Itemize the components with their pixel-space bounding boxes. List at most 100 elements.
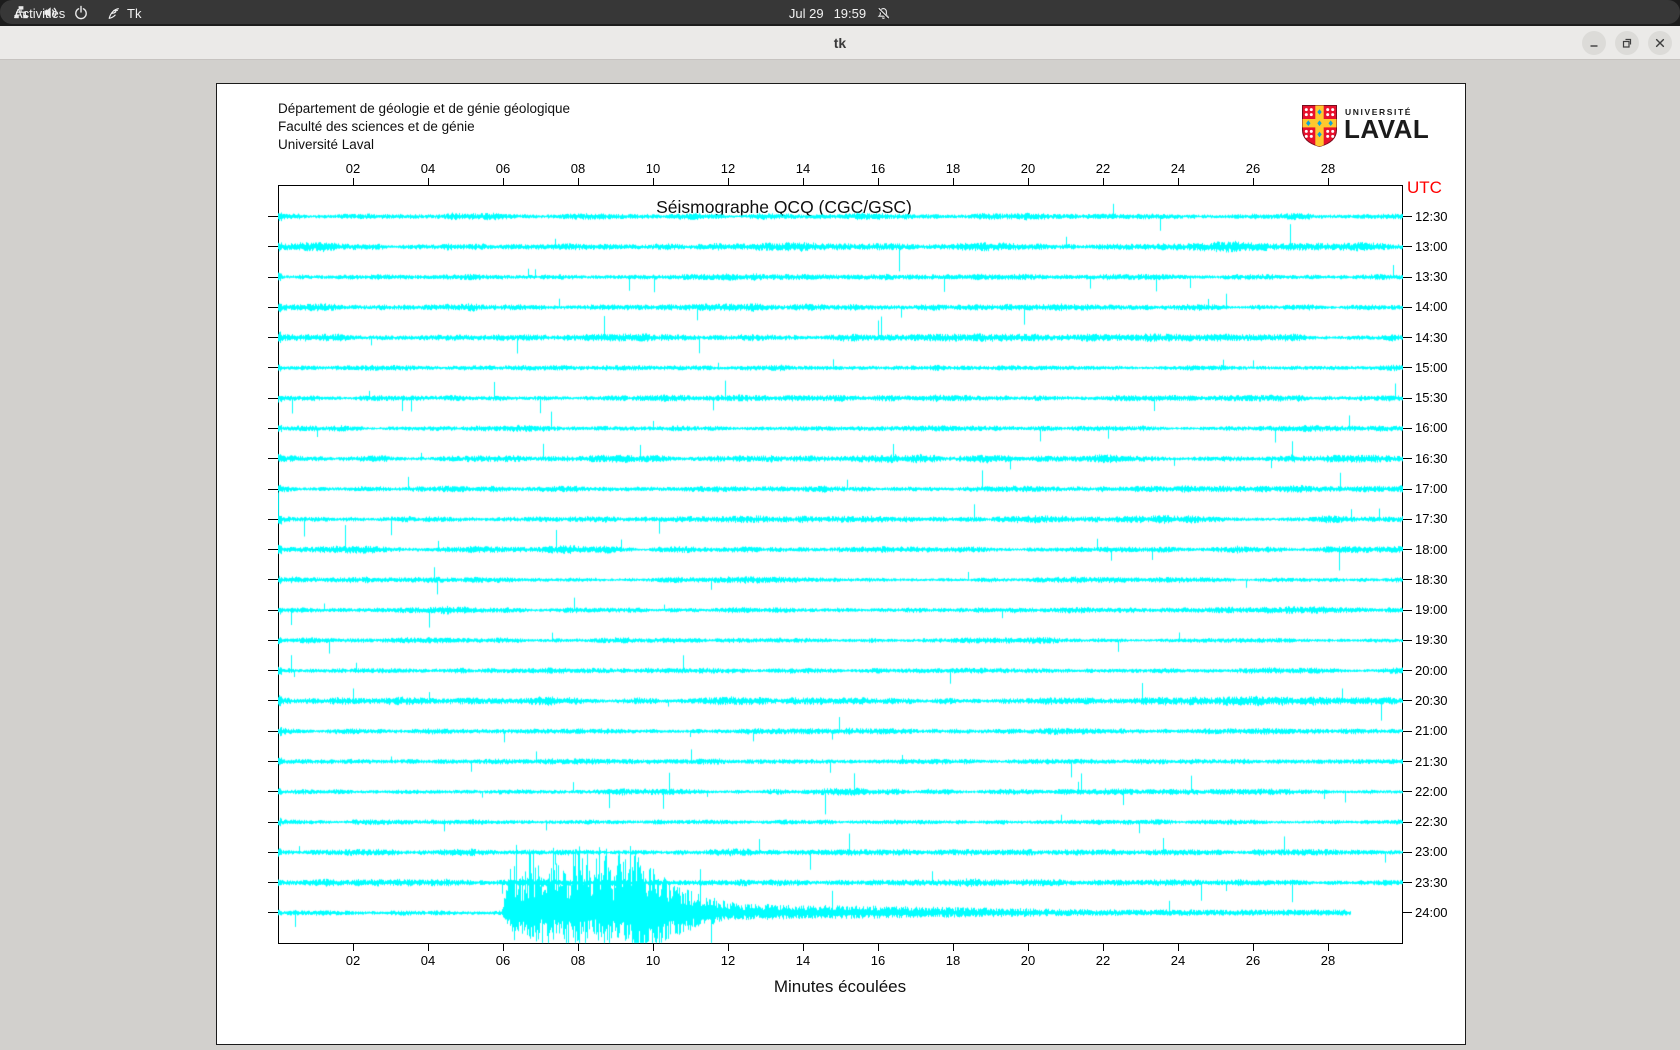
institution-line-1: Département de géologie et de génie géol… (278, 100, 570, 118)
x-tick-label-top: 06 (496, 161, 510, 176)
trace-tick-left (268, 700, 278, 701)
trace-tick-right (1403, 761, 1412, 762)
x-axis-tick-top (1178, 178, 1179, 185)
trace-time-label: 18:30 (1415, 572, 1448, 587)
x-tick-label-top: 10 (646, 161, 660, 176)
trace-time-label: 19:30 (1415, 632, 1448, 647)
x-axis-tick-bottom (578, 944, 579, 951)
trace-time-label: 21:00 (1415, 723, 1448, 738)
trace-tick-left (268, 246, 278, 247)
window-controls (1582, 31, 1672, 55)
x-tick-label-bottom: 18 (946, 953, 960, 968)
trace-time-label: 14:00 (1415, 299, 1448, 314)
trace-tick-left (268, 337, 278, 338)
trace-tick-left (268, 489, 278, 490)
x-axis-tick-bottom (953, 944, 954, 951)
universite-laval-logo: UNIVERSITÉ LAVAL (1301, 104, 1641, 154)
x-tick-label-bottom: 28 (1321, 953, 1335, 968)
x-axis-tick-bottom (1328, 944, 1329, 951)
trace-time-label: 23:00 (1415, 844, 1448, 859)
x-tick-label-top: 28 (1321, 161, 1335, 176)
trace-tick-right (1403, 458, 1412, 459)
x-axis-tick-bottom (428, 944, 429, 951)
restore-button[interactable] (1615, 31, 1639, 55)
trace-time-label: 17:00 (1415, 481, 1448, 496)
trace-time-label: 18:00 (1415, 542, 1448, 557)
tk-app-indicator-label: Tk (127, 6, 141, 21)
x-tick-label-bottom: 20 (1021, 953, 1035, 968)
trace-tick-left (268, 761, 278, 762)
x-tick-label-top: 26 (1246, 161, 1260, 176)
x-tick-label-top: 22 (1096, 161, 1110, 176)
trace-time-label: 22:00 (1415, 784, 1448, 799)
activities-button[interactable]: Activities (14, 0, 65, 26)
clock-date: Jul 29 (789, 6, 824, 21)
trace-tick-right (1403, 277, 1412, 278)
x-tick-label-bottom: 14 (796, 953, 810, 968)
trace-time-label: 15:00 (1415, 360, 1448, 375)
x-tick-label-top: 24 (1171, 161, 1185, 176)
x-tick-label-bottom: 10 (646, 953, 660, 968)
trace-tick-left (268, 549, 278, 550)
trace-tick-left (268, 670, 278, 671)
trace-tick-left (268, 579, 278, 580)
trace-tick-left (268, 277, 278, 278)
trace-time-label: 19:00 (1415, 602, 1448, 617)
power-icon (73, 5, 89, 20)
gnome-top-bar: Activities Tk Jul 29 19:59 (0, 0, 1680, 26)
trace-time-label: 16:00 (1415, 420, 1448, 435)
x-axis-tick-top (353, 178, 354, 185)
trace-tick-left (268, 398, 278, 399)
window-title-bar[interactable]: tk (0, 26, 1680, 60)
x-tick-label-bottom: 26 (1246, 953, 1260, 968)
x-axis-tick-top (953, 178, 954, 185)
trace-tick-left (268, 852, 278, 853)
trace-tick-right (1403, 307, 1412, 308)
trace-tick-right (1403, 640, 1412, 641)
x-tick-label-top: 14 (796, 161, 810, 176)
trace-tick-right (1403, 428, 1412, 429)
institution-line-2: Faculté des sciences et de génie (278, 118, 570, 136)
trace-tick-right (1403, 731, 1412, 732)
trace-time-label: 23:30 (1415, 875, 1448, 890)
trace-time-label: 16:30 (1415, 451, 1448, 466)
close-button[interactable] (1648, 31, 1672, 55)
laval-shield-icon (1301, 104, 1338, 149)
x-axis-label: Minutes écoulées (774, 977, 906, 997)
x-axis-tick-top (1328, 178, 1329, 185)
minimize-icon (1588, 37, 1600, 49)
trace-tick-left (268, 791, 278, 792)
bell-slash-icon (876, 6, 891, 21)
x-axis-tick-bottom (728, 944, 729, 951)
tk-app-indicator[interactable]: Tk (106, 0, 141, 26)
x-tick-label-bottom: 24 (1171, 953, 1185, 968)
institution-line-3: Université Laval (278, 136, 570, 154)
trace-time-label: 12:30 (1415, 209, 1448, 224)
trace-tick-left (268, 307, 278, 308)
trace-tick-right (1403, 700, 1412, 701)
x-tick-label-bottom: 06 (496, 953, 510, 968)
clock-time: 19:59 (834, 6, 867, 21)
trace-tick-right (1403, 519, 1412, 520)
x-tick-label-top: 08 (571, 161, 585, 176)
institution-header: Département de géologie et de génie géol… (278, 100, 570, 154)
x-axis-tick-top (728, 178, 729, 185)
trace-tick-right (1403, 398, 1412, 399)
trace-tick-left (268, 822, 278, 823)
x-tick-label-top: 04 (421, 161, 435, 176)
clock-menu[interactable]: Jul 29 19:59 (789, 0, 891, 26)
trace-tick-right (1403, 670, 1412, 671)
trace-tick-right (1403, 791, 1412, 792)
x-tick-label-bottom: 12 (721, 953, 735, 968)
trace-tick-left (268, 428, 278, 429)
trace-tick-left (268, 731, 278, 732)
trace-tick-right (1403, 549, 1412, 550)
x-axis-tick-bottom (803, 944, 804, 951)
trace-tick-left (268, 367, 278, 368)
trace-tick-right (1403, 610, 1412, 611)
x-axis-tick-top (503, 178, 504, 185)
minimize-button[interactable] (1582, 31, 1606, 55)
trace-tick-right (1403, 882, 1412, 883)
trace-tick-left (268, 216, 278, 217)
close-icon (1654, 37, 1666, 49)
